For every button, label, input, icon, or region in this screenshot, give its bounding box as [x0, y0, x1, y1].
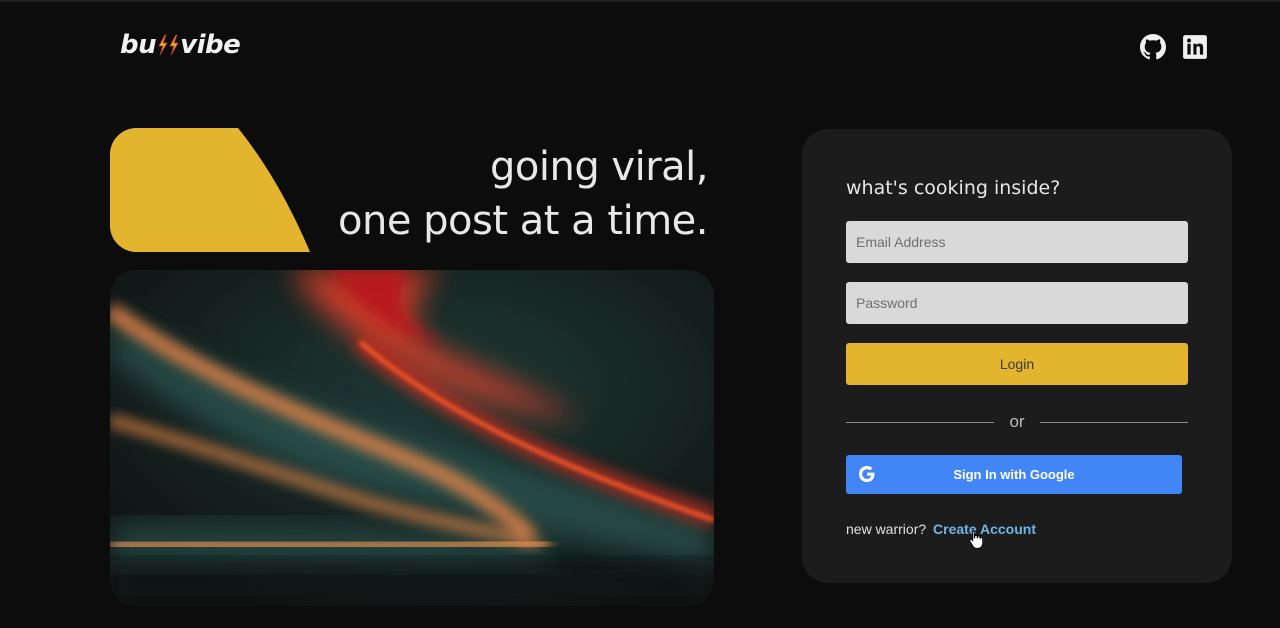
signup-row: new warrior? Create Account	[846, 521, 1036, 537]
signup-prompt: new warrior?	[846, 521, 927, 537]
google-icon	[859, 466, 875, 482]
login-button[interactable]: Login	[846, 343, 1188, 385]
google-signin-label: Sign In with Google	[953, 467, 1075, 482]
decorative-yellow-shape	[110, 128, 310, 252]
logo-text-left: bu	[120, 30, 157, 60]
lightning-bolt-icon	[157, 34, 179, 56]
divider-text: or	[1009, 412, 1025, 431]
password-input[interactable]	[846, 282, 1188, 324]
social-links	[1140, 34, 1208, 60]
login-card: what's cooking inside? Login or Sign In …	[802, 129, 1232, 583]
tagline: going viral, one post at a time.	[338, 140, 708, 248]
tagline-line-1: going viral,	[489, 144, 709, 190]
tagline-line-2: one post at a time.	[338, 198, 708, 244]
hero-abstract-image	[110, 270, 714, 606]
logo-text-right: vibe	[180, 30, 241, 60]
email-input[interactable]	[846, 221, 1188, 263]
hand-cursor-icon	[969, 530, 983, 549]
or-divider: or	[846, 412, 1188, 432]
github-icon[interactable]	[1140, 34, 1166, 60]
login-card-title: what's cooking inside?	[846, 177, 1061, 199]
create-account-link[interactable]: Create Account	[933, 521, 1036, 537]
logo[interactable]: bu vibe	[120, 30, 241, 60]
google-signin-button[interactable]: Sign In with Google	[846, 455, 1182, 494]
linkedin-icon[interactable]	[1182, 34, 1208, 60]
divider-line-left	[846, 421, 995, 423]
divider-line-right	[1039, 421, 1188, 423]
